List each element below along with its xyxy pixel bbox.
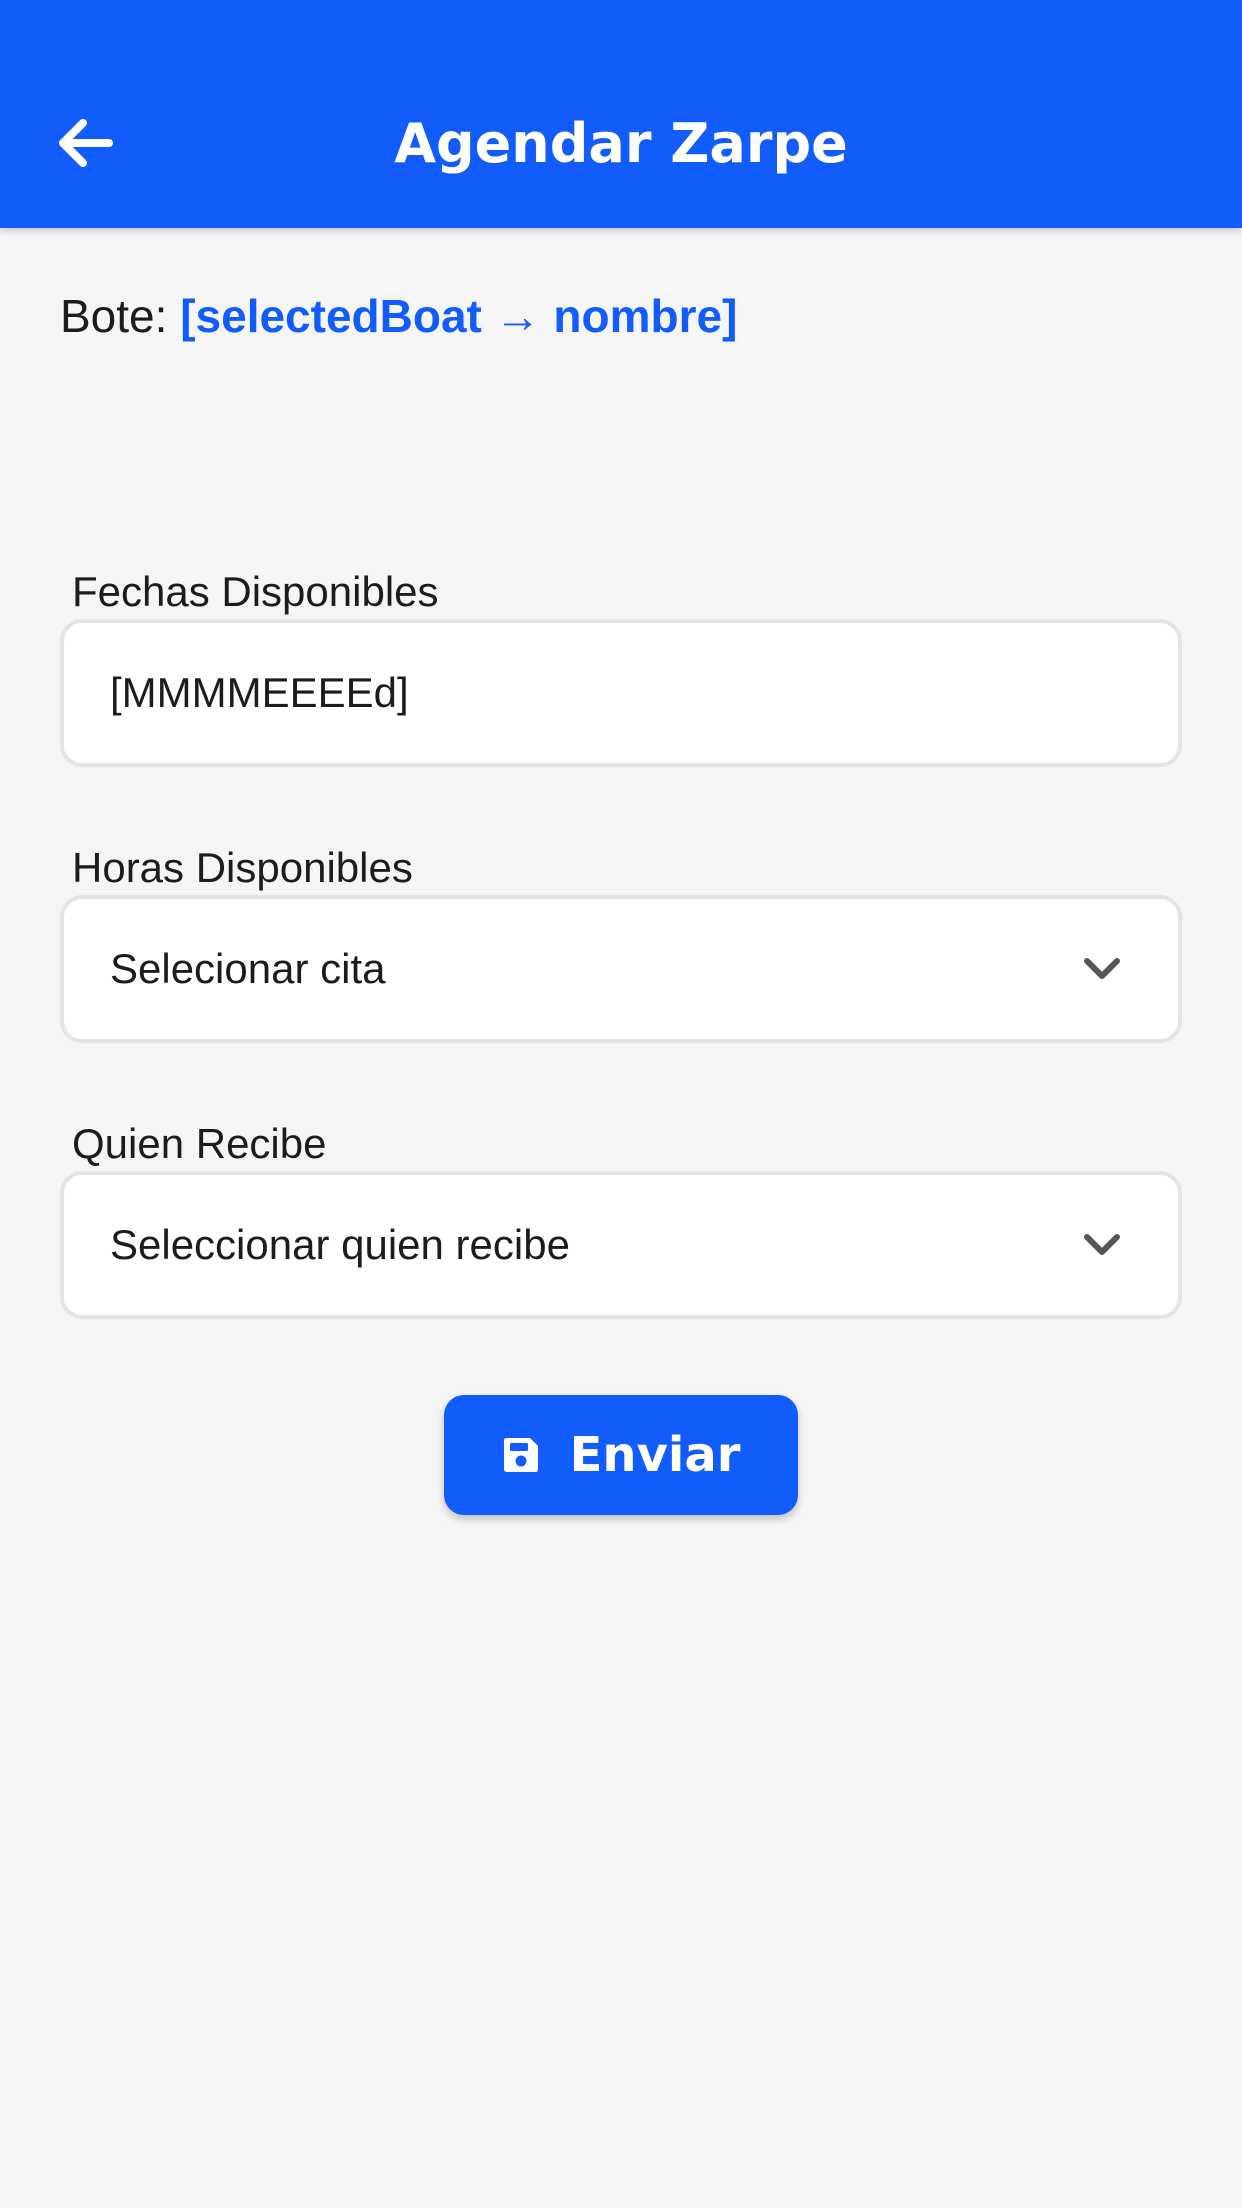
- recibe-placeholder: Seleccionar quien recibe: [110, 1221, 570, 1268]
- submit-label: Enviar: [569, 1427, 741, 1483]
- boat-name: [selectedBoat → nombre]: [180, 290, 738, 342]
- horas-select[interactable]: Selecionar cita: [60, 895, 1182, 1043]
- page-title: Agendar Zarpe: [394, 112, 848, 175]
- horas-label: Horas Disponibles: [72, 844, 413, 891]
- chevron-down-icon: [1080, 947, 1124, 991]
- horas-placeholder: Selecionar cita: [110, 945, 386, 992]
- app-header: Agendar Zarpe: [0, 0, 1242, 228]
- submit-button[interactable]: Enviar: [444, 1395, 798, 1515]
- boat-label: Bote:: [60, 290, 168, 342]
- chevron-down-icon: [1080, 1223, 1124, 1267]
- boat-info: Bote: [selectedBoat → nombre]: [60, 286, 737, 346]
- recibe-select[interactable]: Seleccionar quien recibe: [60, 1171, 1182, 1319]
- save-icon: [502, 1436, 540, 1474]
- fechas-label: Fechas Disponibles: [72, 568, 439, 615]
- fechas-value: [MMMMEEEEd]: [110, 669, 409, 716]
- recibe-label: Quien Recibe: [72, 1120, 327, 1167]
- fechas-field[interactable]: [MMMMEEEEd]: [60, 619, 1182, 767]
